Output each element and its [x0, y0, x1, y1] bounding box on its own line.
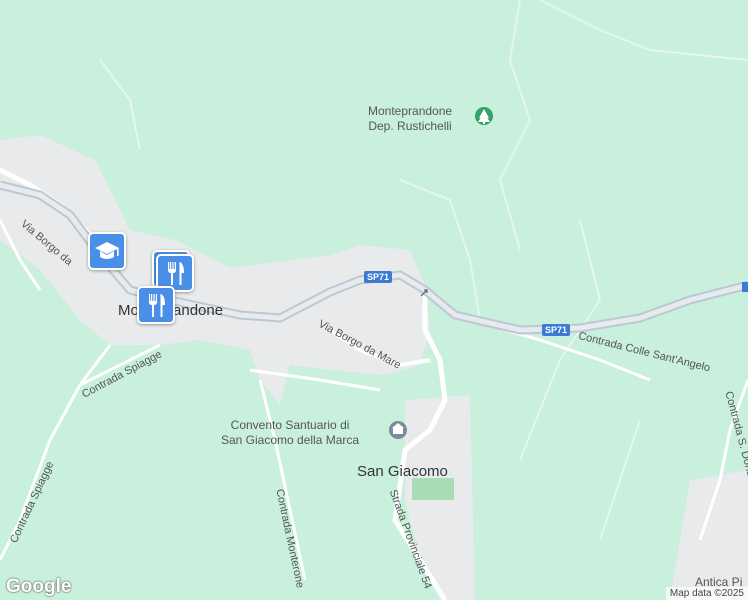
fork-knife-icon: [149, 294, 165, 317]
map-canvas[interactable]: Monteprandone San Giacomo Monteprandone …: [0, 0, 748, 600]
village-label: San Giacomo: [357, 463, 448, 480]
map-base-layer: [0, 0, 748, 600]
road-shield-edge: [742, 282, 748, 292]
school-marker[interactable]: [88, 232, 126, 270]
road-shield-sp71: SP71: [542, 324, 571, 336]
graduation-cap-icon: [95, 242, 119, 259]
convent-label[interactable]: Convento Santuario di San Giacomo della …: [221, 418, 359, 448]
road-shield-sp71: SP71: [364, 271, 393, 283]
convent-label-line1: Convento Santuario di: [230, 418, 350, 432]
map-attribution[interactable]: Map data ©2025: [665, 587, 748, 600]
park-label-line2: Dep. Rustichelli: [368, 119, 452, 133]
google-logo: Google: [6, 576, 72, 597]
park-label[interactable]: Monteprandone Dep. Rustichelli: [368, 104, 452, 134]
restaurant-marker[interactable]: [137, 286, 175, 324]
convent-label-line2: San Giacomo della Marca: [221, 433, 360, 447]
park-label-line1: Monteprandone: [368, 104, 453, 118]
fork-knife-icon: [168, 262, 184, 285]
